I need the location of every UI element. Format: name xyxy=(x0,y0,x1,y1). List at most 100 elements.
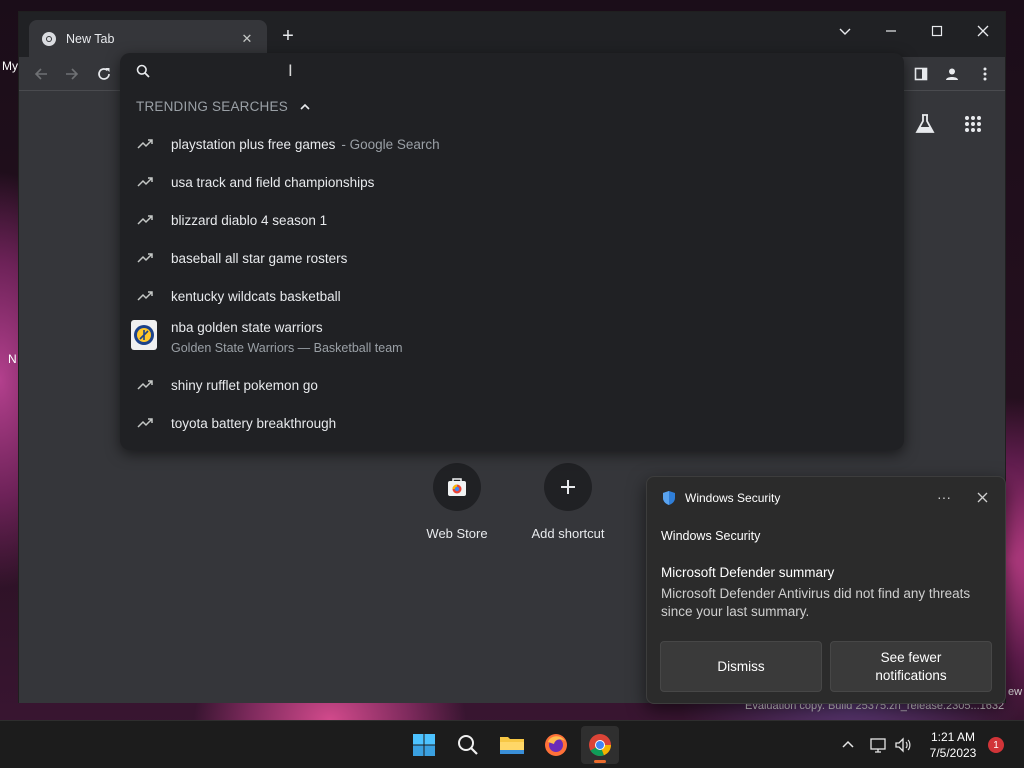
suggestion-item[interactable]: toyota battery breakthrough xyxy=(120,404,904,442)
close-icon xyxy=(977,25,989,37)
trending-header-label: TRENDING SEARCHES xyxy=(136,99,288,114)
see-fewer-notifications-button[interactable]: See fewer notifications xyxy=(830,641,992,692)
suggestion-text: toyota battery breakthrough xyxy=(171,415,337,431)
taskbar: 1:21 AM 7/5/2023 1 xyxy=(0,720,1024,768)
trending-icon xyxy=(136,376,154,394)
chrome-taskbar-button[interactable] xyxy=(581,726,619,764)
trending-icon xyxy=(136,287,154,305)
suggestion-suffix: - Google Search xyxy=(341,136,440,152)
labs-button[interactable] xyxy=(912,111,938,137)
close-notification-button[interactable] xyxy=(972,487,992,507)
tab-title: New Tab xyxy=(66,31,115,46)
suggestion-text: blizzard diablo 4 season 1 xyxy=(171,212,328,228)
suggestion-item[interactable]: baseball all star game rosters xyxy=(120,239,904,277)
text-cursor-icon: I xyxy=(288,61,293,80)
tab-search-button[interactable] xyxy=(825,16,865,46)
firefox-icon xyxy=(545,734,567,756)
file-explorer-button[interactable] xyxy=(493,726,531,764)
suggestion-item[interactable]: blizzard diablo 4 season 1 xyxy=(120,201,904,239)
notification-app-name: Windows Security xyxy=(685,491,781,505)
arrow-left-icon xyxy=(34,68,47,80)
suggestion-item[interactable]: playstation plus free games - Google Sea… xyxy=(120,125,904,163)
reload-button[interactable] xyxy=(92,62,116,86)
start-button[interactable] xyxy=(405,726,443,764)
notification-body: Microsoft Defender Antivirus did not fin… xyxy=(661,586,971,619)
clock-date: 7/5/2023 xyxy=(929,746,977,760)
trending-icon xyxy=(136,135,154,153)
shortcut-label: Add shortcut xyxy=(531,526,605,541)
warriors-logo xyxy=(131,320,157,350)
profile-button[interactable] xyxy=(940,62,964,86)
show-hidden-icons-button[interactable] xyxy=(839,736,857,754)
profile-icon xyxy=(946,68,958,80)
suggestion-text: shiny rufflet pokemon go xyxy=(171,377,318,393)
new-tab-button[interactable]: + xyxy=(277,25,299,47)
windows-security-notification: Windows Security ··· Windows Security Mi… xyxy=(646,476,1006,704)
network-button[interactable] xyxy=(870,736,888,754)
suggestion-subtitle: Golden State Warriors — Basketball team xyxy=(171,341,403,355)
tab-new-tab[interactable]: New Tab ✕ xyxy=(29,20,267,57)
suggestion-text: usa track and field championships xyxy=(171,174,375,190)
google-apps-button[interactable] xyxy=(960,111,986,137)
taskbar-clock[interactable]: 1:21 AM 7/5/2023 xyxy=(922,729,984,761)
search-icon xyxy=(458,735,478,755)
search-icon xyxy=(136,64,150,78)
network-icon xyxy=(870,738,886,753)
suggestion-item[interactable]: usa track and field championships xyxy=(120,163,904,201)
omnibox-dropdown: I TRENDING SEARCHES playstation plus fre… xyxy=(120,53,904,450)
minimize-icon xyxy=(886,30,896,32)
desktop-icon-label[interactable]: My xyxy=(2,59,18,73)
close-icon xyxy=(977,492,987,502)
notification-source: Windows Security xyxy=(661,529,761,543)
firefox-button[interactable] xyxy=(537,726,575,764)
more-options-button[interactable]: ··· xyxy=(933,487,955,507)
suggestion-item[interactable]: kentucky wildcats basketball xyxy=(120,277,904,315)
dismiss-button[interactable]: Dismiss xyxy=(660,641,822,692)
chevron-down-icon xyxy=(839,28,851,35)
menu-button[interactable] xyxy=(973,62,997,86)
reload-icon xyxy=(98,68,110,80)
suggestion-item[interactable]: shiny rufflet pokemon go xyxy=(120,366,904,404)
plus-icon xyxy=(544,463,592,511)
shortcut-label: Web Store xyxy=(426,526,488,541)
suggestion-item[interactable]: nba golden state warriors Golden State W… xyxy=(120,320,904,364)
taskbar-search-button[interactable] xyxy=(449,726,487,764)
minimize-button[interactable] xyxy=(871,16,911,46)
apps-grid-icon xyxy=(965,116,981,132)
side-panel-button[interactable] xyxy=(909,62,933,86)
start-icon xyxy=(413,734,435,756)
omnibox-input[interactable] xyxy=(120,53,904,89)
clock-time: 1:21 AM xyxy=(930,730,976,744)
flask-icon xyxy=(915,114,935,133)
trending-icon xyxy=(136,249,154,267)
volume-button[interactable] xyxy=(894,736,912,754)
back-button[interactable] xyxy=(29,62,53,86)
chrome-icon xyxy=(589,734,611,756)
trending-icon xyxy=(136,414,154,432)
side-panel-icon xyxy=(914,67,928,81)
close-window-button[interactable] xyxy=(963,16,1003,46)
trending-icon xyxy=(136,211,154,229)
notification-count-badge[interactable]: 1 xyxy=(988,737,1004,753)
desktop-icon-label[interactable]: N xyxy=(8,352,17,366)
arrow-right-icon xyxy=(66,68,79,80)
active-app-indicator xyxy=(594,760,606,763)
maximize-button[interactable] xyxy=(917,16,957,46)
chevron-up-icon xyxy=(842,740,854,748)
notification-title: Microsoft Defender summary xyxy=(661,565,835,580)
trending-header[interactable]: TRENDING SEARCHES xyxy=(136,99,312,114)
suggestion-text: kentucky wildcats basketball xyxy=(171,288,341,304)
notification-app-header: Windows Security xyxy=(661,490,780,506)
chrome-icon xyxy=(41,31,57,47)
suggestion-text: playstation plus free games xyxy=(171,136,336,152)
shortcut-add[interactable]: Add shortcut xyxy=(513,463,623,541)
shortcut-web-store[interactable]: Web Store xyxy=(402,463,512,541)
close-icon[interactable]: ✕ xyxy=(239,31,255,47)
forward-button[interactable] xyxy=(60,62,84,86)
chevron-up-icon[interactable] xyxy=(298,100,312,114)
file-explorer-icon xyxy=(500,737,524,754)
tab-strip: New Tab ✕ + xyxy=(19,12,1005,57)
more-vert-icon xyxy=(983,67,987,81)
build-watermark-tail: ew xyxy=(1008,686,1023,698)
suggestion-text: nba golden state warriors xyxy=(171,320,323,335)
